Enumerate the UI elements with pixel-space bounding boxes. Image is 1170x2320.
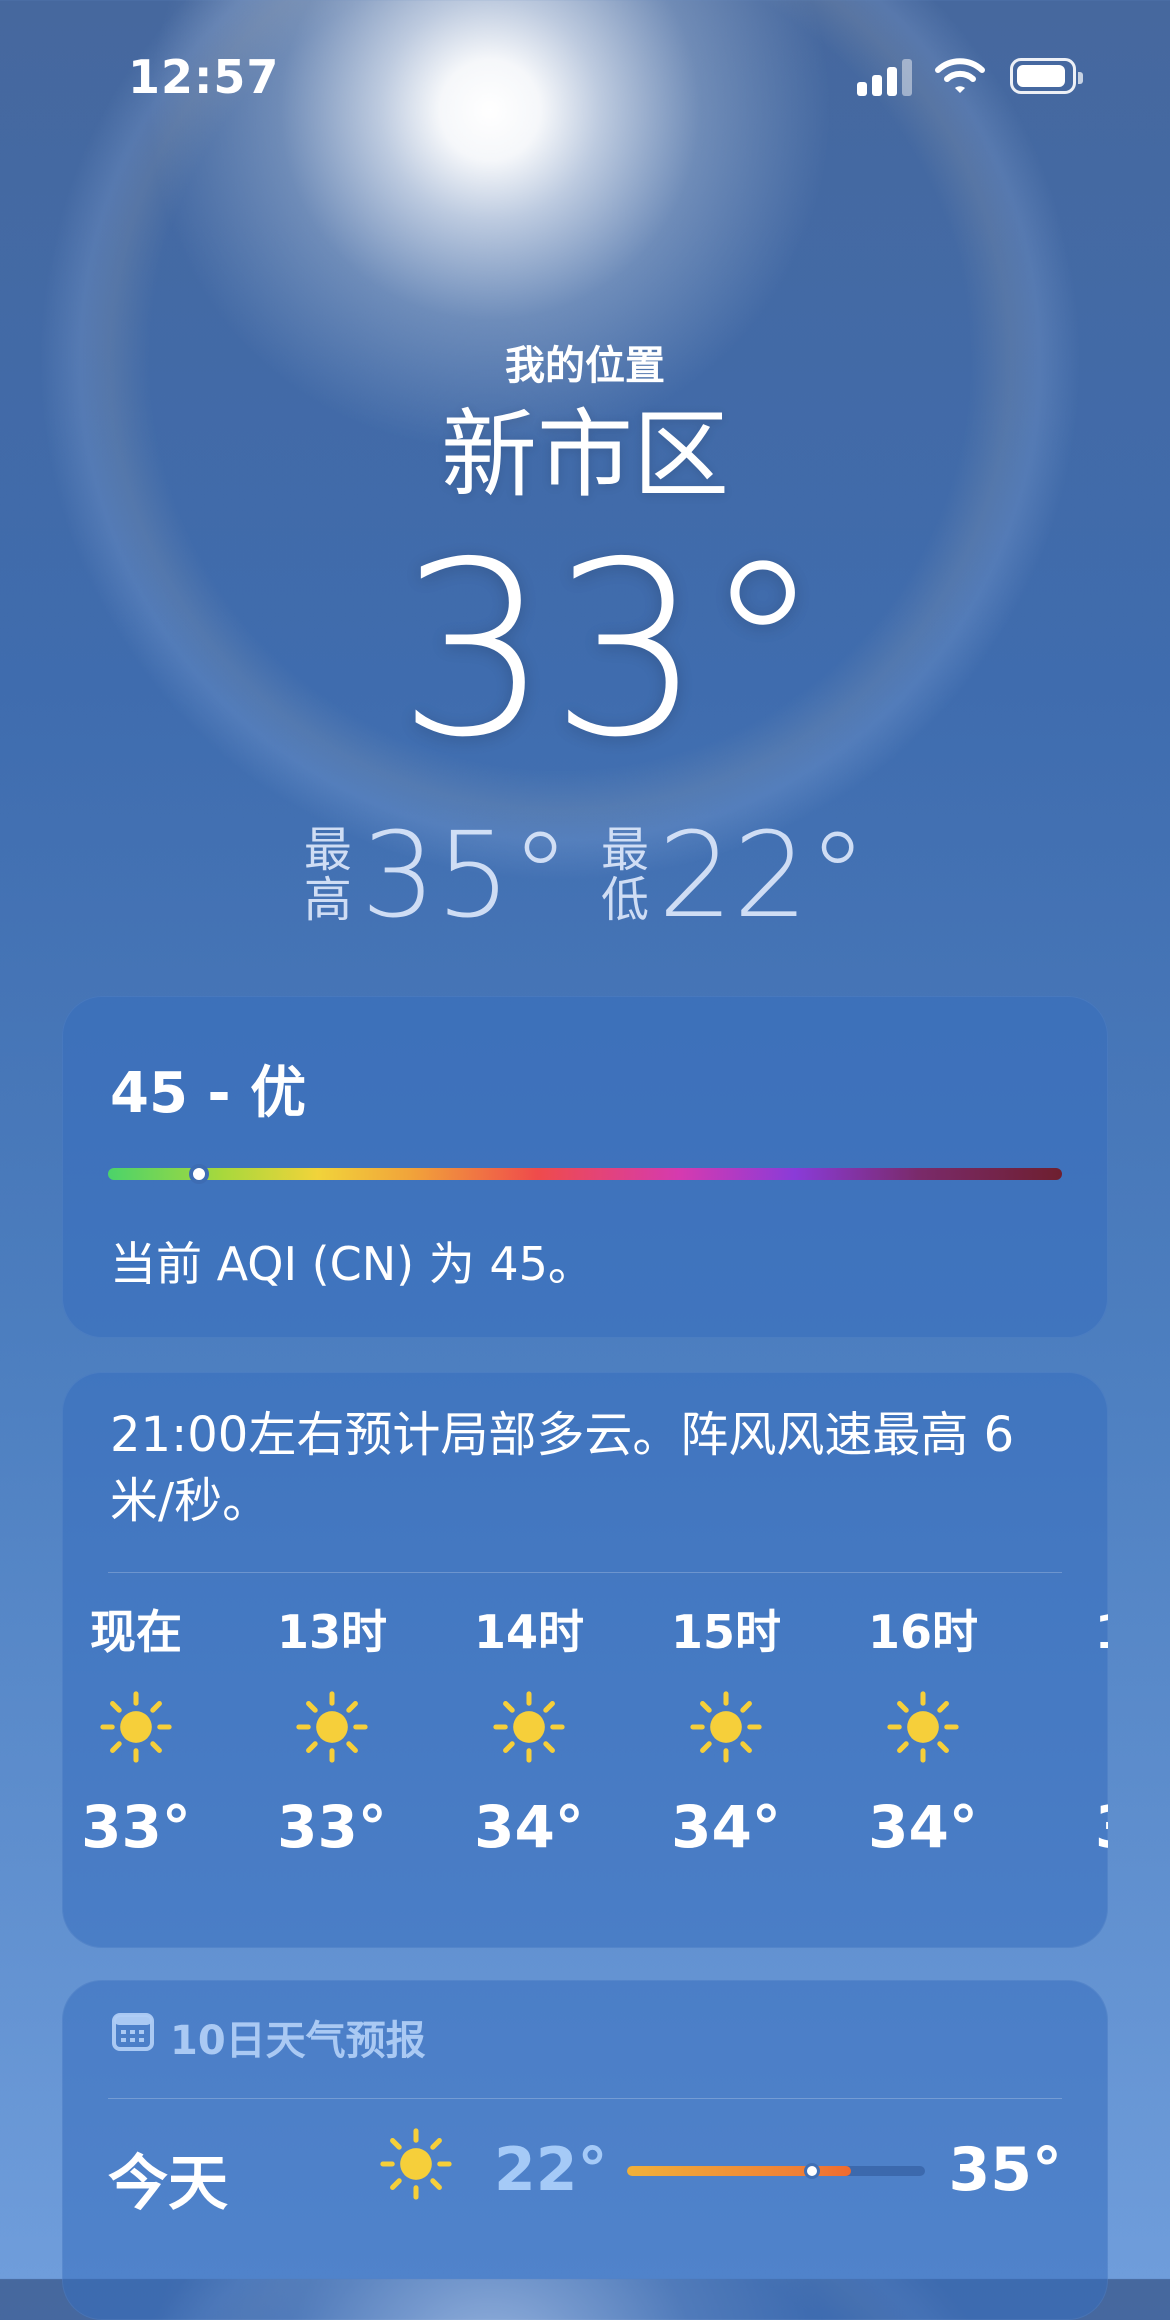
aqi-scale-bar (108, 1164, 1062, 1184)
city-name: 新市区 (441, 399, 729, 511)
high-value: 35° (360, 806, 570, 944)
sun-icon (843, 1662, 1003, 1792)
forecast-high: 35° (948, 2135, 1063, 2205)
sun-icon (252, 1662, 412, 1792)
location-label: 我的位置 (505, 343, 665, 389)
forecast-header: 10日天气预报 (112, 2008, 426, 2066)
status-time: 12:57 (128, 50, 280, 104)
aqi-value: 45 - 优 (110, 1061, 307, 1126)
sun-icon (62, 1662, 216, 1792)
aqi-card[interactable]: 45 - 优 当前 AQI (CN) 为 45。 (62, 996, 1108, 1338)
high-low: 最高 35° 最低 22° (0, 815, 1170, 935)
hour-label: 13时 (276, 1605, 387, 1659)
status-bar: 12:57 (0, 0, 1170, 150)
hourly-divider (108, 1572, 1062, 1573)
hour-label: 1 (1095, 1602, 1108, 1662)
sun-icon (449, 1662, 609, 1792)
sun-icon (646, 1662, 806, 1792)
signal-icon (857, 58, 913, 96)
aqi-indicator (188, 1164, 209, 1184)
hour-label: 14时 (473, 1605, 584, 1659)
calendar-icon (112, 2011, 154, 2063)
aqi-description: 当前 AQI (CN) 为 45。 (110, 1237, 594, 1291)
sun-icon (380, 2128, 452, 2204)
hour-temp: 34° (868, 1793, 978, 1861)
hour-label: 16时 (867, 1605, 978, 1659)
hourly-forecast-card[interactable]: 21:00左右预计局部多云。阵风风速最高 6米/秒。 现在 33° 13时 33… (62, 1372, 1108, 1948)
hour-label: 现在 (90, 1605, 182, 1659)
low-temp-group: 最低 22° (600, 815, 867, 935)
hour-item: 14时 34° (449, 1602, 609, 1862)
hour-label: 15时 (670, 1605, 781, 1659)
hourly-list[interactable]: 现在 33° 13时 33° 14时 34° 15时 34° 16时 34° 1… (62, 1602, 1108, 1902)
forecast-low: 22° (494, 2135, 608, 2205)
high-temp-group: 最高 35° (303, 815, 570, 935)
high-label: 最高 (303, 822, 352, 928)
low-label: 最低 (600, 822, 649, 928)
forecast-divider (108, 2098, 1062, 2099)
forecast-title: 10日天气预报 (170, 2018, 426, 2064)
battery-icon (1010, 58, 1083, 94)
hour-item: 现在 33° (62, 1602, 216, 1862)
hour-temp: 34° (671, 1793, 781, 1861)
wifi-icon (934, 56, 986, 96)
forecast-row-today[interactable]: 今天 22° 35° (62, 2100, 1108, 2240)
forecast-current-indicator (803, 2163, 820, 2179)
hour-temp: 3 (1095, 1792, 1108, 1862)
hourly-summary: 21:00左右预计局部多云。阵风风速最高 6米/秒。 (110, 1407, 1015, 1529)
hour-item: 15时 34° (646, 1602, 806, 1862)
low-value: 22° (658, 806, 868, 944)
ten-day-forecast-card[interactable]: 10日天气预报 今天 22° 35° (62, 1980, 1108, 2320)
hour-temp: 34° (474, 1793, 584, 1861)
hour-item: 1 3 (1095, 1602, 1108, 1862)
current-temperature: 33° (397, 510, 823, 790)
hour-temp: 33° (81, 1793, 191, 1861)
hour-temp: 33° (277, 1793, 387, 1861)
hour-item: 13时 33° (252, 1602, 412, 1862)
forecast-range-bar (627, 2163, 925, 2179)
forecast-day: 今天 (108, 2149, 228, 2219)
hour-item: 16时 34° (843, 1602, 1003, 1862)
